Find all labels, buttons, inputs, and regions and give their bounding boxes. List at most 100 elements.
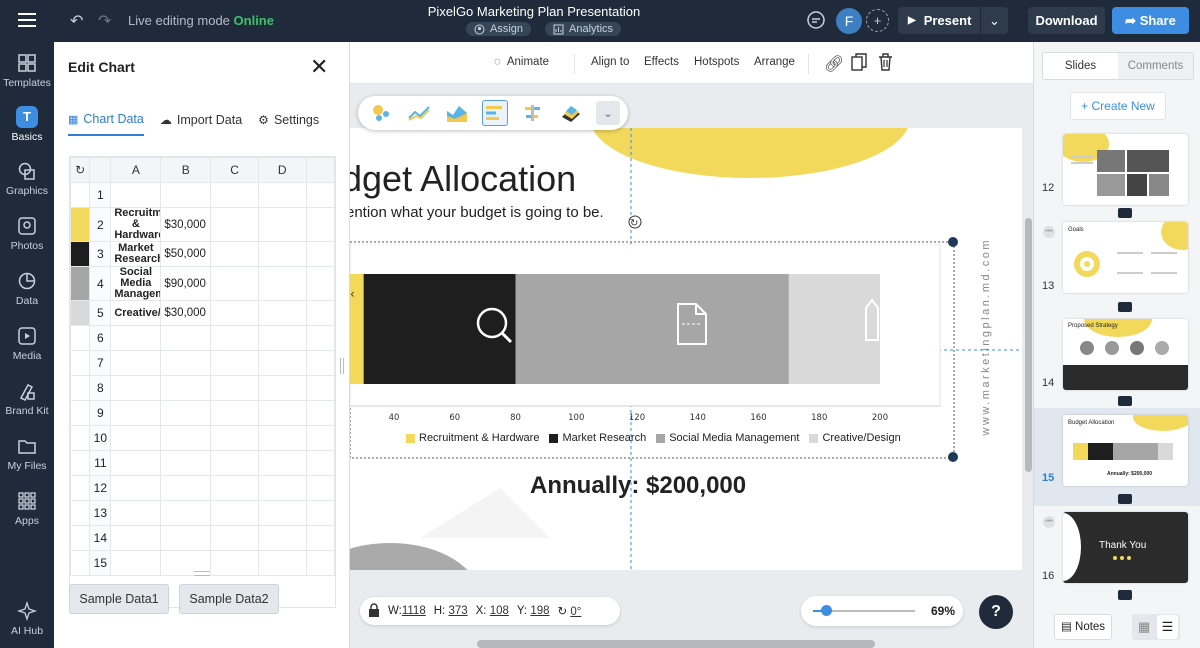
table-row[interactable]: 2Recruitment & Hardware$30,000 — [70, 207, 335, 242]
empty-cell[interactable] — [210, 550, 259, 576]
sidebar-item-basics[interactable]: T Basics — [0, 106, 54, 143]
series-color-swatch[interactable] — [70, 241, 91, 267]
budget-chart[interactable]: 40 60 80 100 120 140 160 180 200 ‹ — [350, 244, 950, 424]
column-header[interactable]: D — [257, 157, 307, 183]
empty-cell[interactable] — [257, 500, 307, 526]
slide-thumb-16[interactable]: Thank You 16 ••• — [1034, 506, 1200, 602]
slide-thumbnail[interactable]: Goals — [1063, 222, 1188, 293]
stacked-bar-chart-icon[interactable] — [520, 100, 546, 126]
slide-thumbnail[interactable]: Budget Allocation Annually: $200,000 — [1063, 415, 1188, 486]
value-cell[interactable]: $90,000 — [160, 266, 212, 301]
sample-data2-button[interactable]: Sample Data2 — [179, 584, 279, 614]
empty-cell[interactable] — [305, 350, 335, 376]
rotation-field[interactable]: ↻ 0° — [558, 604, 582, 618]
empty-cell[interactable] — [160, 450, 212, 476]
empty-cell[interactable] — [257, 525, 307, 551]
empty-cell[interactable] — [160, 400, 212, 426]
empty-cell[interactable] — [257, 350, 307, 376]
tab-import-data[interactable]: ☁ Import Data — [160, 112, 242, 136]
empty-cell[interactable] — [305, 525, 335, 551]
empty-cell[interactable] — [257, 450, 307, 476]
empty-cell[interactable] — [257, 400, 307, 426]
3d-chart-icon[interactable] — [558, 100, 584, 126]
horizontal-scrollbar[interactable] — [477, 640, 875, 648]
help-button[interactable]: ? — [979, 595, 1013, 629]
animate-button[interactable]: ◌ Animate — [494, 56, 549, 68]
series-color-swatch[interactable] — [70, 300, 91, 326]
empty-cell[interactable] — [160, 500, 212, 526]
empty-cell[interactable] — [305, 266, 335, 301]
column-header[interactable]: C — [210, 157, 259, 183]
table-row[interactable]: 6 — [70, 325, 335, 351]
list-view-icon[interactable]: ☰ — [1157, 615, 1178, 639]
empty-cell[interactable] — [160, 425, 212, 451]
table-row[interactable]: 1 — [70, 182, 335, 208]
annual-total[interactable]: Annually: $200,000 — [530, 472, 746, 500]
table-row[interactable]: 14 — [70, 525, 335, 551]
empty-cell[interactable] — [110, 550, 162, 576]
slide-thumb-14[interactable]: Proposed Strategy 14 — [1034, 316, 1200, 408]
sidebar-item-ai-hub[interactable]: AI Hub — [0, 600, 54, 637]
category-cell[interactable]: Market Research — [110, 241, 162, 267]
empty-cell[interactable] — [257, 207, 307, 242]
empty-cell[interactable] — [257, 325, 307, 351]
empty-cell[interactable] — [210, 325, 259, 351]
sidebar-item-photos[interactable]: Photos — [0, 215, 54, 252]
sidebar-item-media[interactable]: Media — [0, 325, 54, 362]
empty-cell[interactable] — [160, 350, 212, 376]
close-icon[interactable]: ✕ — [310, 54, 328, 80]
table-row[interactable]: 3 Market Research $50,000 — [70, 241, 335, 267]
empty-cell[interactable] — [305, 400, 335, 426]
create-new-button[interactable]: + Create New — [1070, 92, 1166, 120]
empty-cell[interactable] — [257, 425, 307, 451]
bubble-chart-icon[interactable] — [368, 100, 394, 126]
notes-button[interactable]: ▤ Notes — [1054, 614, 1112, 640]
empty-cell[interactable] — [160, 475, 212, 501]
area-chart-icon[interactable] — [444, 100, 470, 126]
series-color-swatch[interactable] — [70, 266, 91, 301]
table-row[interactable]: 11 — [70, 450, 335, 476]
tab-comments[interactable]: Comments — [1118, 53, 1193, 79]
more-options-icon[interactable]: ••• — [1043, 516, 1055, 528]
empty-cell[interactable] — [210, 266, 259, 301]
slide-thumbnail[interactable]: Thank You — [1063, 512, 1188, 583]
value-cell[interactable]: $30,000 — [160, 300, 212, 326]
effects-button[interactable]: Effects — [644, 56, 679, 68]
sidebar-item-brand-kit[interactable]: Brand Kit — [0, 380, 54, 417]
present-button[interactable]: ▶ Present ⌄ — [898, 7, 1008, 34]
x-field[interactable]: X: 108 — [476, 605, 509, 617]
empty-cell[interactable] — [110, 500, 162, 526]
more-options-icon[interactable]: ••• — [1043, 226, 1055, 238]
table-row[interactable]: 5Creative/Design$30,000 — [70, 300, 335, 326]
table-row[interactable]: 9 — [70, 400, 335, 426]
empty-cell[interactable] — [305, 450, 335, 476]
empty-cell[interactable] — [257, 550, 307, 576]
empty-cell[interactable] — [210, 300, 259, 326]
slide-link-icon[interactable] — [1118, 208, 1132, 218]
horizontal-bar-chart-icon[interactable] — [482, 100, 508, 126]
empty-cell[interactable] — [160, 325, 212, 351]
empty-cell[interactable] — [210, 207, 259, 242]
slide[interactable]: ↻ dget Allocation ention what your budge… — [350, 128, 1022, 570]
lock-icon[interactable] — [368, 602, 380, 620]
value-cell[interactable]: $50,000 — [160, 241, 212, 267]
slide-thumb-12[interactable]: 12 — [1034, 130, 1200, 218]
column-header[interactable]: A — [110, 157, 162, 183]
empty-cell[interactable] — [110, 375, 162, 401]
empty-cell[interactable] — [210, 425, 259, 451]
height-field[interactable]: H: 373 — [434, 605, 468, 617]
table-row[interactable]: 4Social Media Management$90,000 — [70, 266, 335, 301]
hotspots-button[interactable]: Hotspots — [694, 56, 739, 68]
slide-title[interactable]: dget Allocation — [350, 158, 576, 200]
column-header[interactable]: B — [160, 157, 212, 183]
slide-thumb-15[interactable]: Budget Allocation Annually: $200,000 15 — [1034, 408, 1200, 506]
chevron-down-icon[interactable]: ⌄ — [596, 101, 620, 125]
table-row[interactable]: 7 — [70, 350, 335, 376]
zoom-slider-handle[interactable] — [821, 605, 832, 616]
empty-cell[interactable] — [160, 375, 212, 401]
download-button[interactable]: Download — [1028, 7, 1105, 34]
empty-cell[interactable] — [160, 525, 212, 551]
empty-cell[interactable] — [257, 182, 307, 208]
width-field[interactable]: W:1118 — [388, 605, 426, 617]
empty-cell[interactable] — [257, 475, 307, 501]
